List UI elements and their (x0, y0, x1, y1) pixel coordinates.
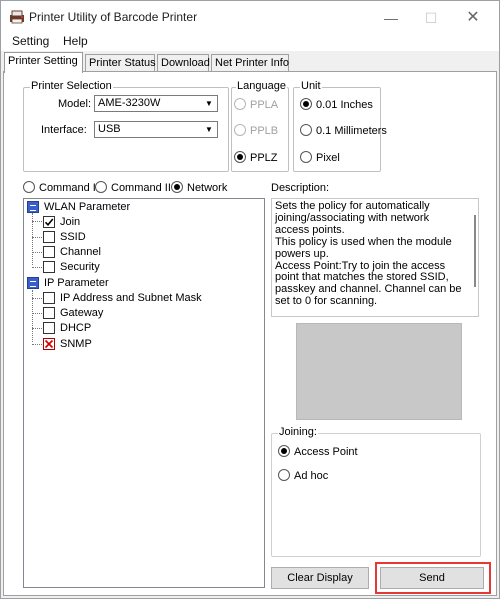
tree-connector (32, 328, 42, 329)
radio-command-i-label: Command I (39, 182, 96, 194)
tree-item-label: SSID (60, 231, 86, 243)
radio-network[interactable] (171, 181, 183, 193)
window-title: Printer Utility of Barcode Printer (29, 10, 198, 24)
tree-connector (32, 237, 42, 238)
description-text: Sets the policy for automatically joinin… (275, 200, 462, 308)
preview-area (296, 323, 462, 420)
menu-help[interactable]: Help (63, 34, 88, 48)
tab-download[interactable]: Download (157, 54, 210, 72)
radio-command-ii-label: Command II (111, 182, 171, 194)
checkbox-icon[interactable] (43, 322, 55, 334)
clear-display-button[interactable]: Clear Display (271, 567, 369, 589)
checkbox-icon[interactable] (43, 307, 55, 319)
checkbox-icon[interactable] (43, 231, 55, 243)
maximize-button[interactable]: ☐ (411, 5, 451, 31)
menu-bar: Setting Help (1, 33, 499, 51)
checkbox-icon[interactable] (43, 292, 55, 304)
interface-value: USB (98, 123, 121, 135)
send-highlight-box (375, 562, 491, 594)
radio-unit-inches-label: 0.01 Inches (316, 99, 373, 111)
minimize-button[interactable]: — (371, 5, 411, 31)
interface-select[interactable]: USB ▼ (94, 121, 218, 138)
radio-pplB-label: PPLB (250, 125, 279, 137)
tab-printer-status[interactable]: Printer Status (85, 54, 156, 72)
radio-command-i[interactable] (23, 181, 35, 193)
tree-connector (32, 252, 42, 253)
printer-app-icon (10, 10, 24, 24)
checkbox-cross-icon[interactable] (43, 338, 55, 350)
tree-item-label: Channel (60, 246, 101, 258)
parameter-tree[interactable]: WLAN Parameter Join SSID Channel Securit… (23, 198, 265, 588)
radio-command-ii[interactable] (95, 181, 107, 193)
radio-pplZ[interactable] (234, 151, 246, 163)
radio-pplZ-label: PPLZ (250, 152, 278, 164)
radio-unit-mm-label: 0.1 Millimeters (316, 125, 387, 137)
tree-connector (32, 221, 42, 222)
tab-net-printer-info[interactable]: Net Printer Info (211, 54, 289, 72)
tree-connector (32, 344, 42, 345)
interface-label: Interface: (41, 124, 87, 136)
description-box[interactable]: Sets the policy for automatically joinin… (271, 198, 479, 317)
joining-label: Joining: (278, 426, 318, 438)
menu-setting[interactable]: Setting (12, 34, 49, 48)
tree-item-label: Join (60, 216, 81, 228)
radio-access-point-label: Access Point (294, 446, 358, 458)
unit-label: Unit (300, 80, 322, 92)
chevron-down-icon: ▼ (205, 125, 213, 134)
checkbox-icon[interactable] (43, 261, 55, 273)
description-scrollbar[interactable] (474, 215, 476, 287)
model-select[interactable]: AME-3230W ▼ (94, 95, 218, 112)
chevron-down-icon: ▼ (205, 99, 213, 108)
checkbox-checked-icon[interactable] (43, 216, 55, 228)
title-bar: Printer Utility of Barcode Printer — ☐ ✕ (1, 1, 499, 33)
description-label: Description: (271, 182, 330, 194)
radio-pplA-label: PPLA (250, 99, 279, 111)
checkbox-icon[interactable] (43, 246, 55, 258)
radio-unit-pixel[interactable] (300, 151, 312, 163)
tree-item-label: Gateway (60, 307, 104, 319)
radio-unit-mm[interactable] (300, 124, 312, 136)
app-window: Printer Utility of Barcode Printer — ☐ ✕… (0, 0, 500, 599)
radio-unit-pixel-label: Pixel (316, 152, 340, 164)
tree-connector (32, 298, 42, 299)
tree-group-label: IP Parameter (44, 277, 109, 289)
radio-ad-hoc[interactable] (278, 469, 290, 481)
language-label: Language (236, 80, 287, 92)
radio-network-label: Network (187, 182, 228, 194)
group-icon (27, 201, 39, 213)
tree-connector (32, 267, 42, 268)
close-button[interactable]: ✕ (453, 5, 493, 31)
radio-pplA[interactable] (234, 98, 246, 110)
tree-group-label: WLAN Parameter (44, 201, 131, 213)
tree-connector (32, 313, 42, 314)
model-label: Model: (58, 98, 92, 110)
group-icon (27, 277, 39, 289)
tree-item-label: SNMP (60, 338, 92, 350)
tab-printer-setting[interactable]: Printer Setting (4, 52, 83, 73)
radio-pplB[interactable] (234, 124, 246, 136)
radio-access-point[interactable] (278, 445, 290, 457)
tree-item-label: Security (60, 261, 100, 273)
tab-strip: Printer Setting Printer Status Download … (1, 52, 499, 73)
printer-selection-label: Printer Selection (30, 80, 113, 92)
tree-item-label: IP Address and Subnet Mask (60, 292, 202, 304)
tree-item-label: DHCP (60, 322, 92, 334)
model-value: AME-3230W (98, 97, 161, 109)
radio-ad-hoc-label: Ad hoc (294, 470, 329, 482)
radio-unit-inches[interactable] (300, 98, 312, 110)
